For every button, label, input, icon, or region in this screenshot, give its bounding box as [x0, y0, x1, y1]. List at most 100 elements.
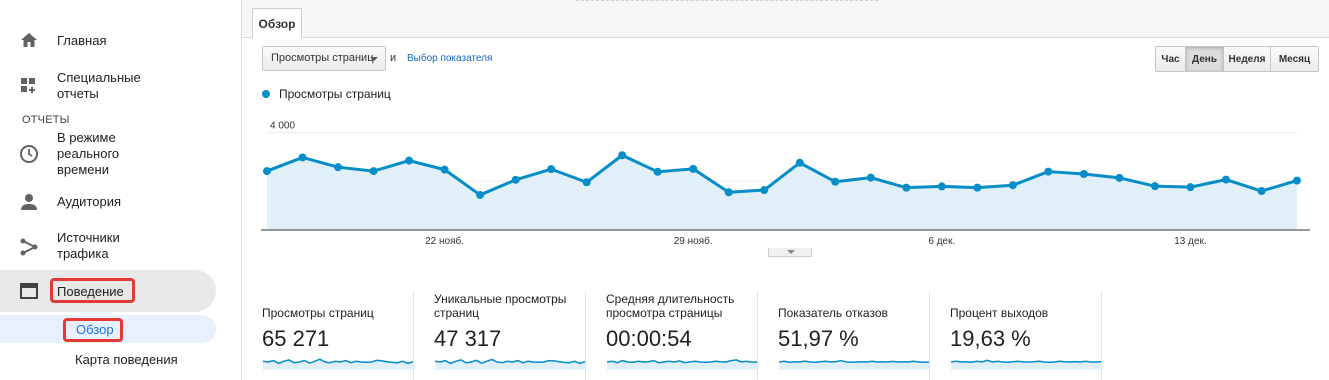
y-tick-label: 4 000	[270, 121, 295, 132]
sidebar-item-audience[interactable]: Аудитория	[0, 190, 216, 214]
data-point[interactable]	[1079, 170, 1088, 178]
sidebar-item-home[interactable]: Главная	[0, 28, 216, 52]
metric-tile-label: Просмотры страниц	[262, 306, 374, 320]
data-point[interactable]	[760, 186, 769, 195]
sidebar-label-line: отчеты	[57, 86, 99, 101]
period-label: Час	[1161, 53, 1180, 65]
data-point[interactable]	[334, 163, 343, 172]
person-icon	[19, 192, 39, 212]
data-point[interactable]	[405, 156, 414, 165]
data-point[interactable]	[866, 173, 875, 182]
data-point[interactable]	[440, 165, 449, 174]
data-point[interactable]	[1257, 187, 1266, 196]
sparkline	[778, 359, 930, 370]
metric-tile[interactable]: Процент выходов 19,63 %	[930, 292, 1102, 380]
sidebar-item-label: Специальные отчеты	[57, 70, 141, 102]
sidebar-item-label: Источники трафика	[57, 230, 120, 262]
main-content: Обзор Просмотры страниц и Выбор показате…	[242, 0, 1329, 380]
period-month-button[interactable]: Месяц	[1271, 47, 1318, 71]
period-label: Месяц	[1278, 53, 1311, 65]
metric-tile-label: Средняя длительность просмотра страницы	[606, 292, 735, 320]
series-area	[267, 155, 1297, 230]
and-text: и	[390, 52, 397, 64]
metric-tiles: Просмотры страниц 65 271 Уникальные просмо…	[242, 288, 1329, 380]
sidebar-label-line: В режиме	[57, 130, 116, 145]
data-point[interactable]	[618, 151, 627, 160]
data-point[interactable]	[547, 165, 556, 174]
sparkline	[950, 359, 1102, 370]
sidebar-item-custom-reports[interactable]: Специальные отчеты	[0, 68, 216, 102]
sidebar-label-line: трафика	[57, 246, 109, 261]
metric-tile-label: Процент выходов	[950, 306, 1049, 320]
sidebar-subitem-behavior-flow[interactable]: Карта поведения	[75, 352, 178, 367]
data-point[interactable]	[1186, 183, 1195, 192]
x-tick-label: 13 дек.	[1174, 236, 1206, 247]
collapse-chart-icon[interactable]	[768, 248, 812, 257]
period-label: Неделя	[1228, 53, 1266, 65]
highlight-behavior	[50, 278, 135, 303]
data-point[interactable]	[973, 183, 982, 192]
data-point[interactable]	[1044, 167, 1053, 176]
sparkline-line	[778, 359, 930, 364]
sidebar-item-acquisition[interactable]: Источники трафика	[0, 229, 216, 263]
clock-icon	[19, 144, 39, 164]
section-label-reports: ОТЧЕТЫ	[22, 114, 70, 126]
data-point[interactable]	[1221, 175, 1230, 184]
data-point[interactable]	[511, 175, 520, 184]
data-point[interactable]	[1293, 176, 1301, 185]
tab-label: Обзор	[258, 16, 296, 31]
data-point[interactable]	[1150, 182, 1159, 191]
metric-select-value: Просмотры страниц	[271, 52, 374, 64]
choose-metric-link[interactable]: Выбор показателя	[407, 53, 492, 64]
x-tick-label: 29 нояб.	[674, 235, 713, 247]
sidebar-item-label: В режиме реального времени	[57, 130, 119, 178]
metric-tile[interactable]: Просмотры страниц 65 271	[242, 292, 414, 380]
sidebar: Главная Специальные отчеты ОТЧЕТЫ В режи…	[0, 0, 242, 380]
metric-select[interactable]: Просмотры страниц	[262, 46, 386, 71]
sidebar-item-label: Главная	[57, 33, 107, 48]
metric-tile[interactable]: Показатель отказов 51,97 %	[758, 292, 930, 380]
data-point[interactable]	[263, 167, 271, 176]
data-point[interactable]	[1115, 173, 1124, 182]
data-point[interactable]	[724, 188, 733, 197]
metric-tile[interactable]: Средняя длительность просмотра страницы 0…	[586, 292, 758, 380]
divider	[576, 0, 878, 1]
data-point[interactable]	[902, 183, 911, 192]
period-label: День	[1192, 53, 1217, 65]
data-point[interactable]	[298, 153, 307, 162]
data-point[interactable]	[476, 190, 485, 199]
data-point[interactable]	[831, 177, 840, 186]
sparkline	[262, 358, 414, 370]
data-point[interactable]	[937, 182, 946, 191]
chevron-down-icon	[370, 57, 378, 61]
metric-tile-label: Показатель отказов	[778, 306, 888, 320]
data-point[interactable]	[369, 167, 378, 176]
legend-label: Просмотры страниц	[279, 87, 391, 101]
tab-overview[interactable]: Обзор	[252, 8, 302, 38]
period-week-button[interactable]: Неделя	[1224, 47, 1271, 71]
highlight-overview	[63, 318, 123, 342]
data-point[interactable]	[795, 158, 804, 167]
metric-tile[interactable]: Уникальные просмотры страниц 47 317	[414, 292, 586, 380]
sparkline-line	[950, 359, 1102, 364]
data-point[interactable]	[689, 164, 698, 173]
sidebar-label-line: Источники	[57, 230, 120, 245]
home-icon	[19, 30, 39, 50]
sidebar-item-realtime[interactable]: В режиме реального времени	[0, 130, 216, 178]
period-hour-button[interactable]: Час	[1156, 47, 1186, 71]
tab-bar: Обзор	[242, 0, 1329, 38]
dashboard-add-icon	[19, 76, 39, 96]
x-tick-label: 22 нояб.	[425, 235, 464, 247]
legend-dot-icon	[262, 90, 270, 98]
data-point[interactable]	[1008, 181, 1017, 190]
browser-window-icon	[19, 281, 39, 301]
data-point[interactable]	[653, 167, 662, 176]
metric-tile-label: Уникальные просмотры страниц	[434, 292, 567, 320]
chart-legend: Просмотры страниц	[262, 87, 391, 101]
pageviews-chart: 4 0002 00022 нояб.29 нояб.6 дек.13 дек.	[261, 121, 1310, 247]
period-day-button[interactable]: День	[1186, 47, 1224, 71]
data-point[interactable]	[582, 178, 591, 187]
period-selector: Час День Неделя Месяц	[1155, 46, 1319, 72]
sidebar-item-label: Аудитория	[57, 194, 122, 209]
sidebar-label-line: времени	[57, 162, 109, 177]
